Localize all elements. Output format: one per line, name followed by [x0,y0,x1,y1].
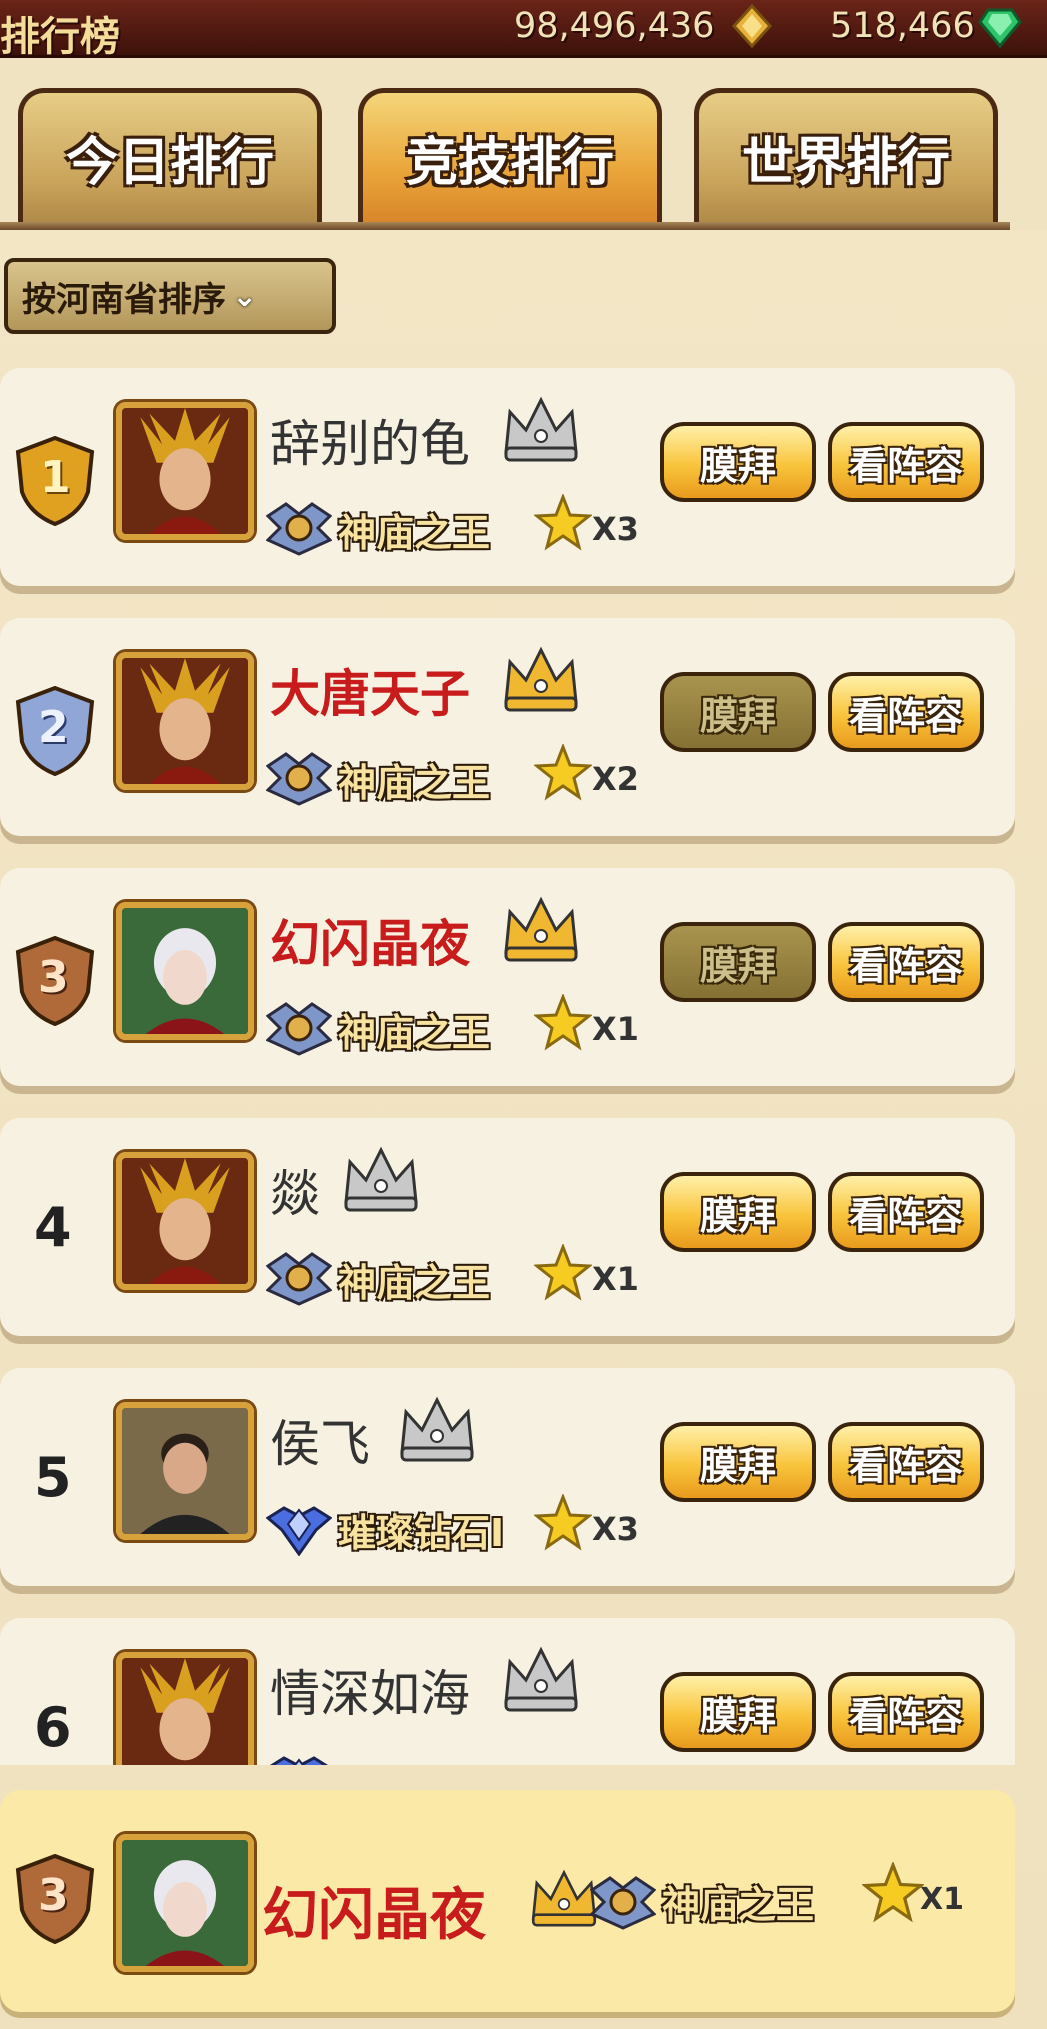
my-player-name: 幻闪晶夜 [262,1883,486,1948]
star-icon [534,1494,592,1552]
star-icon [534,494,592,552]
avatar[interactable] [116,902,254,1040]
top-bar: 排行榜 98,496,436 518,466 [0,0,1047,60]
rank-number: 2 [38,702,69,753]
avatar[interactable] [116,1152,254,1290]
silver-crown-icon [396,1394,478,1464]
chevron-down-icon: ⌄ [232,278,258,314]
view-lineup-button[interactable]: 看阵容 [828,422,984,502]
view-lineup-button[interactable]: 看阵容 [828,1672,984,1752]
worship-button-disabled: 膜拜 [660,672,816,752]
page-title: 排行榜 [0,14,120,60]
list-item: 1 辞别的龟 神庙之王 X3 膜拜 看阵容 [0,368,1015,586]
star-icon [862,1862,924,1924]
gold-crown-icon [500,894,582,964]
diamond-emblem-icon [266,1496,332,1556]
worship-button[interactable]: 膜拜 [660,1172,816,1252]
tab-arena-ranking[interactable]: 竞技排行 [358,88,662,222]
player-name: 燚 [270,1165,320,1223]
green-gem-icon [978,8,1022,48]
list-item: 3 幻闪晶夜 神庙之王 X1 膜拜 看阵容 [0,868,1015,1086]
league-emblem-icon [266,496,332,556]
player-portrait-icon [122,1840,248,1966]
player-name: 侯飞 [270,1415,370,1473]
tab-today-ranking[interactable]: 今日排行 [18,88,322,222]
league-emblem-icon [590,1870,656,1930]
rank-number: 3 [38,952,69,1003]
league-name: 神庙之王 [338,1261,491,1305]
star-icon [534,1244,592,1302]
silver-crown-icon [500,394,582,464]
star-count: X3 [592,510,639,548]
my-avatar[interactable] [116,1834,254,1972]
rank-number: 5 [34,1446,72,1509]
sort-dropdown[interactable]: 按河南省排序 ⌄ [4,258,336,334]
player-portrait-icon [122,658,248,784]
player-portrait-icon [122,1658,248,1765]
gold-amount: 98,496,436 [514,6,715,46]
star-icon [534,744,592,802]
avatar[interactable] [116,1652,254,1765]
view-lineup-button[interactable]: 看阵容 [828,1422,984,1502]
view-lineup-button[interactable]: 看阵容 [828,672,984,752]
gold-diamond-icon [731,4,773,48]
rank-number: 6 [34,1696,72,1759]
view-lineup-button[interactable]: 看阵容 [828,1172,984,1252]
worship-button-disabled: 膜拜 [660,922,816,1002]
player-name: 情深如海 [270,1665,470,1723]
player-name: 辞别的龟 [270,415,470,473]
player-portrait-icon [122,908,248,1034]
rank-number: 4 [34,1196,72,1259]
gem-amount: 518,466 [830,6,975,46]
list-item: 5 侯飞 璀璨钻石I X3 膜拜 看阵容 [0,1368,1015,1586]
worship-button[interactable]: 膜拜 [660,1422,816,1502]
star-count: X2 [592,760,639,798]
tab-divider [0,222,1010,230]
star-icon [534,994,592,1052]
star-count: X1 [592,1010,639,1048]
star-count: X3 [592,1510,639,1548]
league-emblem-icon [266,996,332,1056]
gold-crown-icon [500,644,582,714]
avatar[interactable] [116,652,254,790]
player-portrait-icon [122,1408,248,1534]
player-name: 大唐天子 [270,665,470,723]
league-name: 神庙之王 [338,1011,491,1055]
worship-button[interactable]: 膜拜 [660,1672,816,1752]
player-portrait-icon [122,1158,248,1284]
list-item: 6 情深如海 膜拜 看阵容 [0,1618,1015,1765]
player-portrait-icon [122,408,248,534]
star-count: X1 [592,1260,639,1298]
player-name: 幻闪晶夜 [270,915,470,973]
ranking-list[interactable]: 1 辞别的龟 神庙之王 X3 膜拜 看阵容 2 大唐天子 神庙之王 X2 膜拜 … [0,360,1047,1765]
diamond-emblem-icon [266,1746,332,1765]
my-rank-bar: 3 幻闪晶夜 神庙之王 X1 [0,1790,1015,2012]
avatar[interactable] [116,1402,254,1540]
my-league-name: 神庙之王 [662,1883,815,1927]
silver-crown-icon [500,1644,582,1714]
my-star-count: X1 [920,1882,965,1917]
rank-number: 1 [40,452,71,503]
league-name: 璀璨钻石I [338,1511,505,1555]
avatar[interactable] [116,402,254,540]
list-item: 4 燚 神庙之王 X1 膜拜 看阵容 [0,1118,1015,1336]
list-item: 2 大唐天子 神庙之王 X2 膜拜 看阵容 [0,618,1015,836]
sort-label: 按河南省排序 [22,279,226,320]
league-name: 神庙之王 [338,761,491,805]
league-emblem-icon [266,746,332,806]
league-name: 神庙之王 [338,511,491,555]
my-rank-number: 3 [38,1870,69,1921]
tab-world-ranking[interactable]: 世界排行 [694,88,998,222]
league-emblem-icon [266,1246,332,1306]
silver-crown-icon [340,1144,422,1214]
worship-button[interactable]: 膜拜 [660,422,816,502]
view-lineup-button[interactable]: 看阵容 [828,922,984,1002]
